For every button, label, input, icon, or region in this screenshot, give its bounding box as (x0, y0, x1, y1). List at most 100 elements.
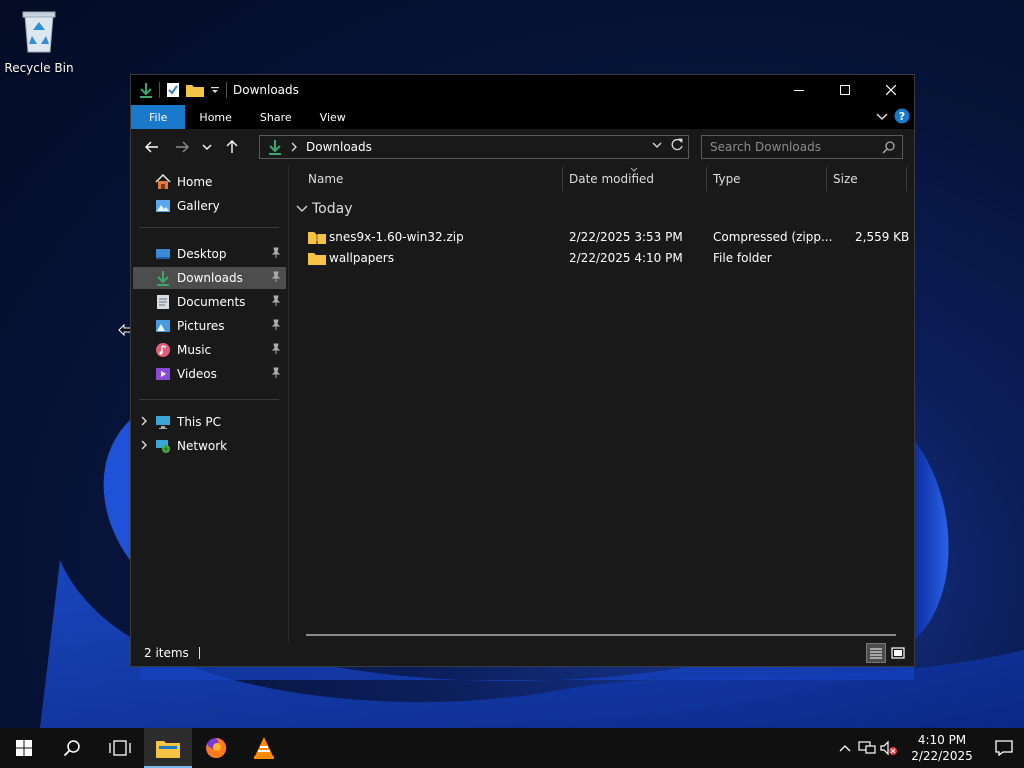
recycle-bin-icon (22, 11, 56, 53)
ribbon-controls: ? (876, 108, 910, 124)
column-divider[interactable] (562, 167, 563, 191)
documents-icon (157, 295, 169, 309)
windows-logo-icon (16, 740, 32, 756)
sidebar-item-videos[interactable]: Videos (133, 363, 286, 385)
address-bar[interactable]: Downloads (259, 135, 689, 159)
music-icon (156, 343, 170, 357)
chevron-right-icon[interactable] (139, 439, 149, 451)
pin-icon[interactable] (270, 295, 282, 307)
details-view-button[interactable] (866, 643, 886, 663)
forward-button[interactable] (167, 132, 197, 162)
tab-view[interactable]: View (306, 105, 360, 129)
taskbar-vlc[interactable] (240, 728, 288, 768)
volume-button[interactable] (878, 728, 900, 768)
back-button[interactable] (137, 132, 167, 162)
clock-time: 4:10 PM (917, 733, 967, 747)
file-date: 2/22/2025 4:10 PM (569, 251, 683, 265)
sidebar-divider (139, 227, 279, 228)
taskbar-file-explorer[interactable] (144, 728, 192, 768)
column-header-name[interactable]: Name (308, 165, 558, 193)
this-pc-icon (156, 416, 170, 429)
close-button[interactable] (868, 75, 914, 105)
breadcrumb-chevron-icon[interactable] (290, 142, 298, 152)
show-hidden-icons-button[interactable] (834, 728, 856, 768)
sidebar-item-label: Documents (177, 295, 246, 309)
pin-icon[interactable] (270, 319, 282, 331)
toolbar-divider (226, 82, 227, 98)
pin-icon[interactable] (270, 247, 282, 259)
sidebar-item-downloads[interactable]: Downloads (133, 267, 286, 289)
sidebar-item-desktop[interactable]: Desktop (133, 243, 286, 265)
sidebar-item-label: Music (177, 343, 212, 357)
chevron-down-icon (202, 144, 212, 150)
search-button[interactable] (48, 728, 96, 768)
sidebar-item-label: This PC (177, 415, 221, 429)
arrow-up-icon (226, 140, 238, 153)
file-type: Compressed (zipp... (713, 230, 833, 244)
table-row[interactable]: wallpapers 2/22/2025 4:10 PM File folder (290, 248, 910, 268)
network-status-button[interactable] (856, 728, 878, 768)
sidebar-item-network[interactable]: Network (133, 435, 286, 457)
recent-locations-button[interactable] (197, 132, 217, 162)
tab-file[interactable]: File (131, 105, 186, 129)
up-button[interactable] (217, 132, 247, 162)
notification-icon (995, 740, 1013, 756)
search-box[interactable] (701, 135, 903, 159)
breadcrumb-downloads[interactable]: Downloads (306, 140, 372, 154)
tab-share[interactable]: Share (246, 105, 306, 129)
arrow-right-icon (176, 141, 189, 153)
tab-home[interactable]: Home (185, 105, 245, 129)
customize-toolbar-icon[interactable] (210, 85, 220, 95)
table-row[interactable]: snes9x-1.60-win32.zip 2/22/2025 3:53 PM … (290, 227, 910, 247)
column-header-size[interactable]: Size (833, 165, 903, 193)
title-bar[interactable]: Downloads (131, 75, 914, 105)
notifications-button[interactable] (984, 728, 1024, 768)
address-history-icon[interactable] (652, 141, 662, 149)
column-header-type[interactable]: Type (713, 165, 825, 193)
sidebar-item-gallery[interactable]: Gallery (133, 195, 286, 217)
help-icon[interactable]: ? (894, 108, 910, 124)
maximize-button[interactable] (822, 75, 868, 105)
volume-muted-icon (880, 740, 897, 756)
pin-icon[interactable] (270, 271, 282, 283)
navigation-pane: Home Gallery Desktop Downloads Documents (131, 165, 289, 642)
sidebar-item-music[interactable]: Music (133, 339, 286, 361)
sidebar-item-this-pc[interactable]: This PC (133, 411, 286, 433)
column-header-date-modified[interactable]: Date modified (569, 165, 705, 193)
column-divider[interactable] (826, 167, 827, 191)
home-icon (155, 174, 171, 189)
ribbon-tabs: File Home Share View ? (131, 105, 914, 129)
minimize-button[interactable] (776, 75, 822, 105)
chevron-right-icon[interactable] (139, 415, 149, 427)
details-view-icon (870, 648, 882, 659)
download-arrow-icon (140, 83, 152, 98)
collapse-group-icon (296, 205, 308, 212)
file-date: 2/22/2025 3:53 PM (569, 230, 683, 244)
sidebar-item-documents[interactable]: Documents (133, 291, 286, 313)
taskbar-firefox[interactable] (192, 728, 240, 768)
pin-icon[interactable] (270, 343, 282, 355)
properties-icon[interactable] (166, 82, 180, 98)
svg-text:?: ? (899, 110, 905, 123)
pin-icon[interactable] (270, 367, 282, 379)
chevron-up-icon (839, 745, 851, 752)
task-view-button[interactable] (96, 728, 144, 768)
column-divider[interactable] (906, 167, 907, 191)
desktop-icon-recycle-bin[interactable]: Recycle Bin (4, 8, 74, 75)
gallery-icon (156, 200, 170, 212)
start-button[interactable] (0, 728, 48, 768)
desktop-icon-label: Recycle Bin (4, 61, 74, 75)
sidebar-item-pictures[interactable]: Pictures (133, 315, 286, 337)
large-icons-view-button[interactable] (888, 643, 908, 663)
file-list: Name Date modified Type Size Today snes9… (290, 165, 914, 642)
group-header-today[interactable]: Today (296, 201, 353, 217)
expand-ribbon-icon[interactable] (876, 110, 888, 122)
column-divider[interactable] (706, 167, 707, 191)
sidebar-item-home[interactable]: Home (133, 171, 286, 193)
sidebar-item-label: Pictures (177, 319, 225, 333)
clock[interactable]: 4:10 PM 2/22/2025 (906, 732, 978, 764)
horizontal-scrollbar[interactable] (306, 634, 896, 636)
refresh-icon[interactable] (670, 138, 684, 152)
search-input[interactable] (710, 140, 880, 154)
new-folder-icon[interactable] (186, 83, 204, 97)
